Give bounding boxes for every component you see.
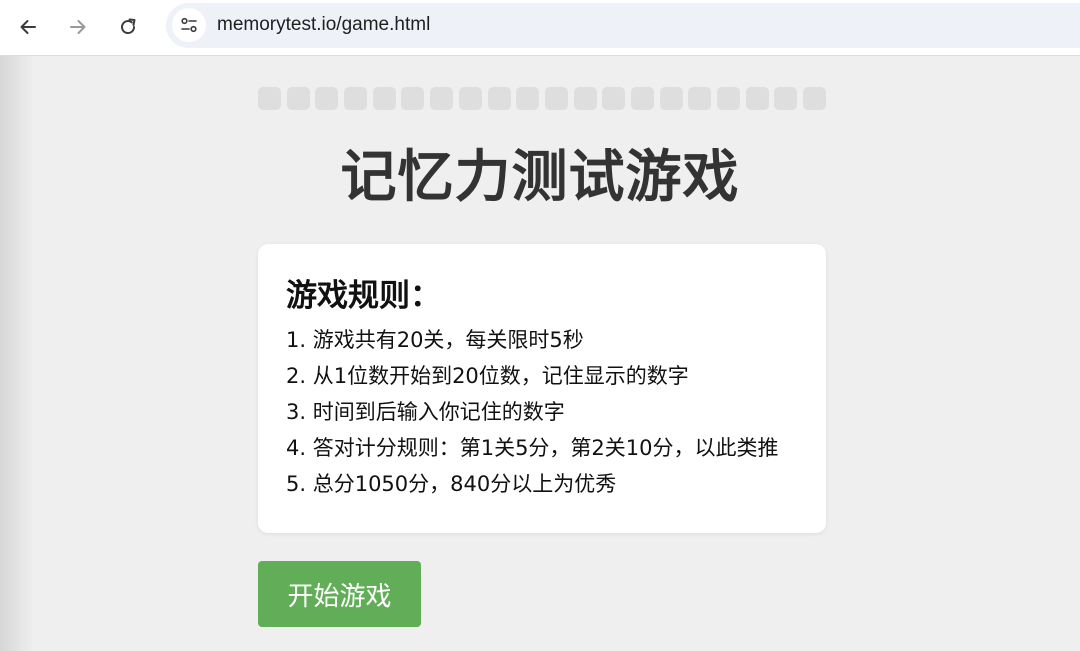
rule-item: 1. 游戏共有20关，每关限时5秒: [286, 328, 584, 352]
back-button[interactable]: [11, 10, 45, 44]
level-progress-segment: [372, 87, 396, 110]
level-progress-segment: [659, 87, 683, 110]
forward-button[interactable]: [61, 10, 95, 44]
level-progress-segment: [458, 87, 482, 110]
rule-item: 4. 答对计分规则：第1关5分，第2关10分，以此类推: [286, 436, 779, 460]
rule-item: 3. 时间到后输入你记住的数字: [286, 400, 565, 424]
page-content: 记忆力测试游戏 游戏规则： 1. 游戏共有20关，每关限时5秒 2. 从1位数开…: [0, 56, 1080, 651]
level-progress-segment: [602, 87, 626, 110]
site-settings-button[interactable]: [172, 8, 206, 42]
level-progress-bar: [258, 87, 827, 110]
page-title: 记忆力测试游戏: [340, 145, 740, 210]
rules-heading: 游戏规则：: [286, 278, 441, 314]
level-progress-segment: [258, 87, 281, 110]
rules-card: 游戏规则： 1. 游戏共有20关，每关限时5秒 2. 从1位数开始到20位数，记…: [258, 244, 826, 533]
level-progress-segment: [315, 87, 339, 110]
rules-list: 1. 游戏共有20关，每关限时5秒 2. 从1位数开始到20位数，记住显示的数字…: [286, 322, 826, 502]
level-progress-segment: [573, 87, 597, 110]
site-settings-icon: [181, 17, 197, 33]
level-progress-segment: [745, 87, 769, 110]
level-progress-segment: [630, 87, 654, 110]
level-progress-segment: [717, 87, 740, 110]
level-progress-segment: [803, 87, 827, 110]
level-progress-segment: [286, 87, 310, 110]
level-progress-segment: [688, 87, 712, 110]
level-progress-segment: [544, 87, 568, 110]
level-progress-segment: [430, 87, 454, 110]
reload-icon: [121, 18, 136, 35]
back-arrow-icon: [20, 20, 36, 34]
level-progress-segment: [516, 87, 540, 110]
url-text[interactable]: memorytest.io/game.html: [217, 14, 430, 36]
browser-toolbar: memorytest.io/game.html: [0, 0, 1080, 56]
rule-item: 5. 总分1050分，840分以上为优秀: [286, 472, 617, 496]
address-bar[interactable]: memorytest.io/game.html: [166, 3, 1080, 48]
start-game-button[interactable]: 开始游戏: [258, 561, 421, 627]
forward-arrow-icon: [70, 20, 86, 34]
level-progress-segment: [344, 87, 368, 110]
level-progress-segment: [401, 87, 425, 110]
reload-button[interactable]: [111, 10, 145, 44]
level-progress-segment: [487, 87, 511, 110]
rule-item: 2. 从1位数开始到20位数，记住显示的数字: [286, 364, 689, 388]
level-progress-segment: [774, 87, 798, 110]
